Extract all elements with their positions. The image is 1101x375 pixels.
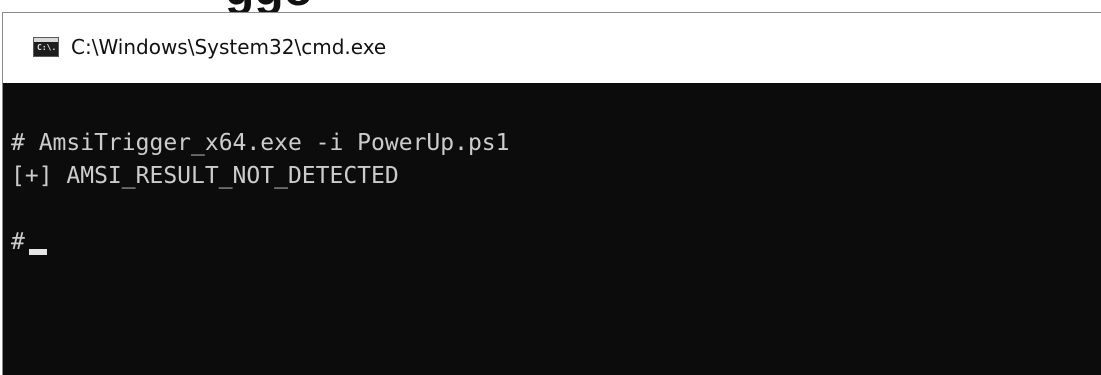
prompt-symbol: #	[11, 229, 25, 255]
cmd-icon-glyph: C:\.	[37, 43, 57, 52]
window-title: C:\Windows\System32\cmd.exe	[71, 35, 387, 59]
cmd-icon-bar	[34, 38, 58, 42]
cmd-icon[interactable]: C:\.	[33, 37, 59, 57]
text-cursor	[28, 249, 47, 255]
console-line-result: [+] AMSI_RESULT_NOT_DETECTED	[11, 163, 399, 189]
console-line-prompt: #	[11, 226, 1101, 259]
screenshot-frame: ggo C:\. C:\Windows\System32\cmd.exe # A…	[0, 0, 1101, 375]
console-line-command: # AmsiTrigger_x64.exe -i PowerUp.ps1	[11, 130, 510, 156]
console-area[interactable]: # AmsiTrigger_x64.exe -i PowerUp.ps1 [+]…	[3, 83, 1101, 375]
cmd-window: C:\. C:\Windows\System32\cmd.exe # AmsiT…	[2, 12, 1101, 375]
window-titlebar[interactable]: C:\. C:\Windows\System32\cmd.exe	[3, 13, 1101, 83]
